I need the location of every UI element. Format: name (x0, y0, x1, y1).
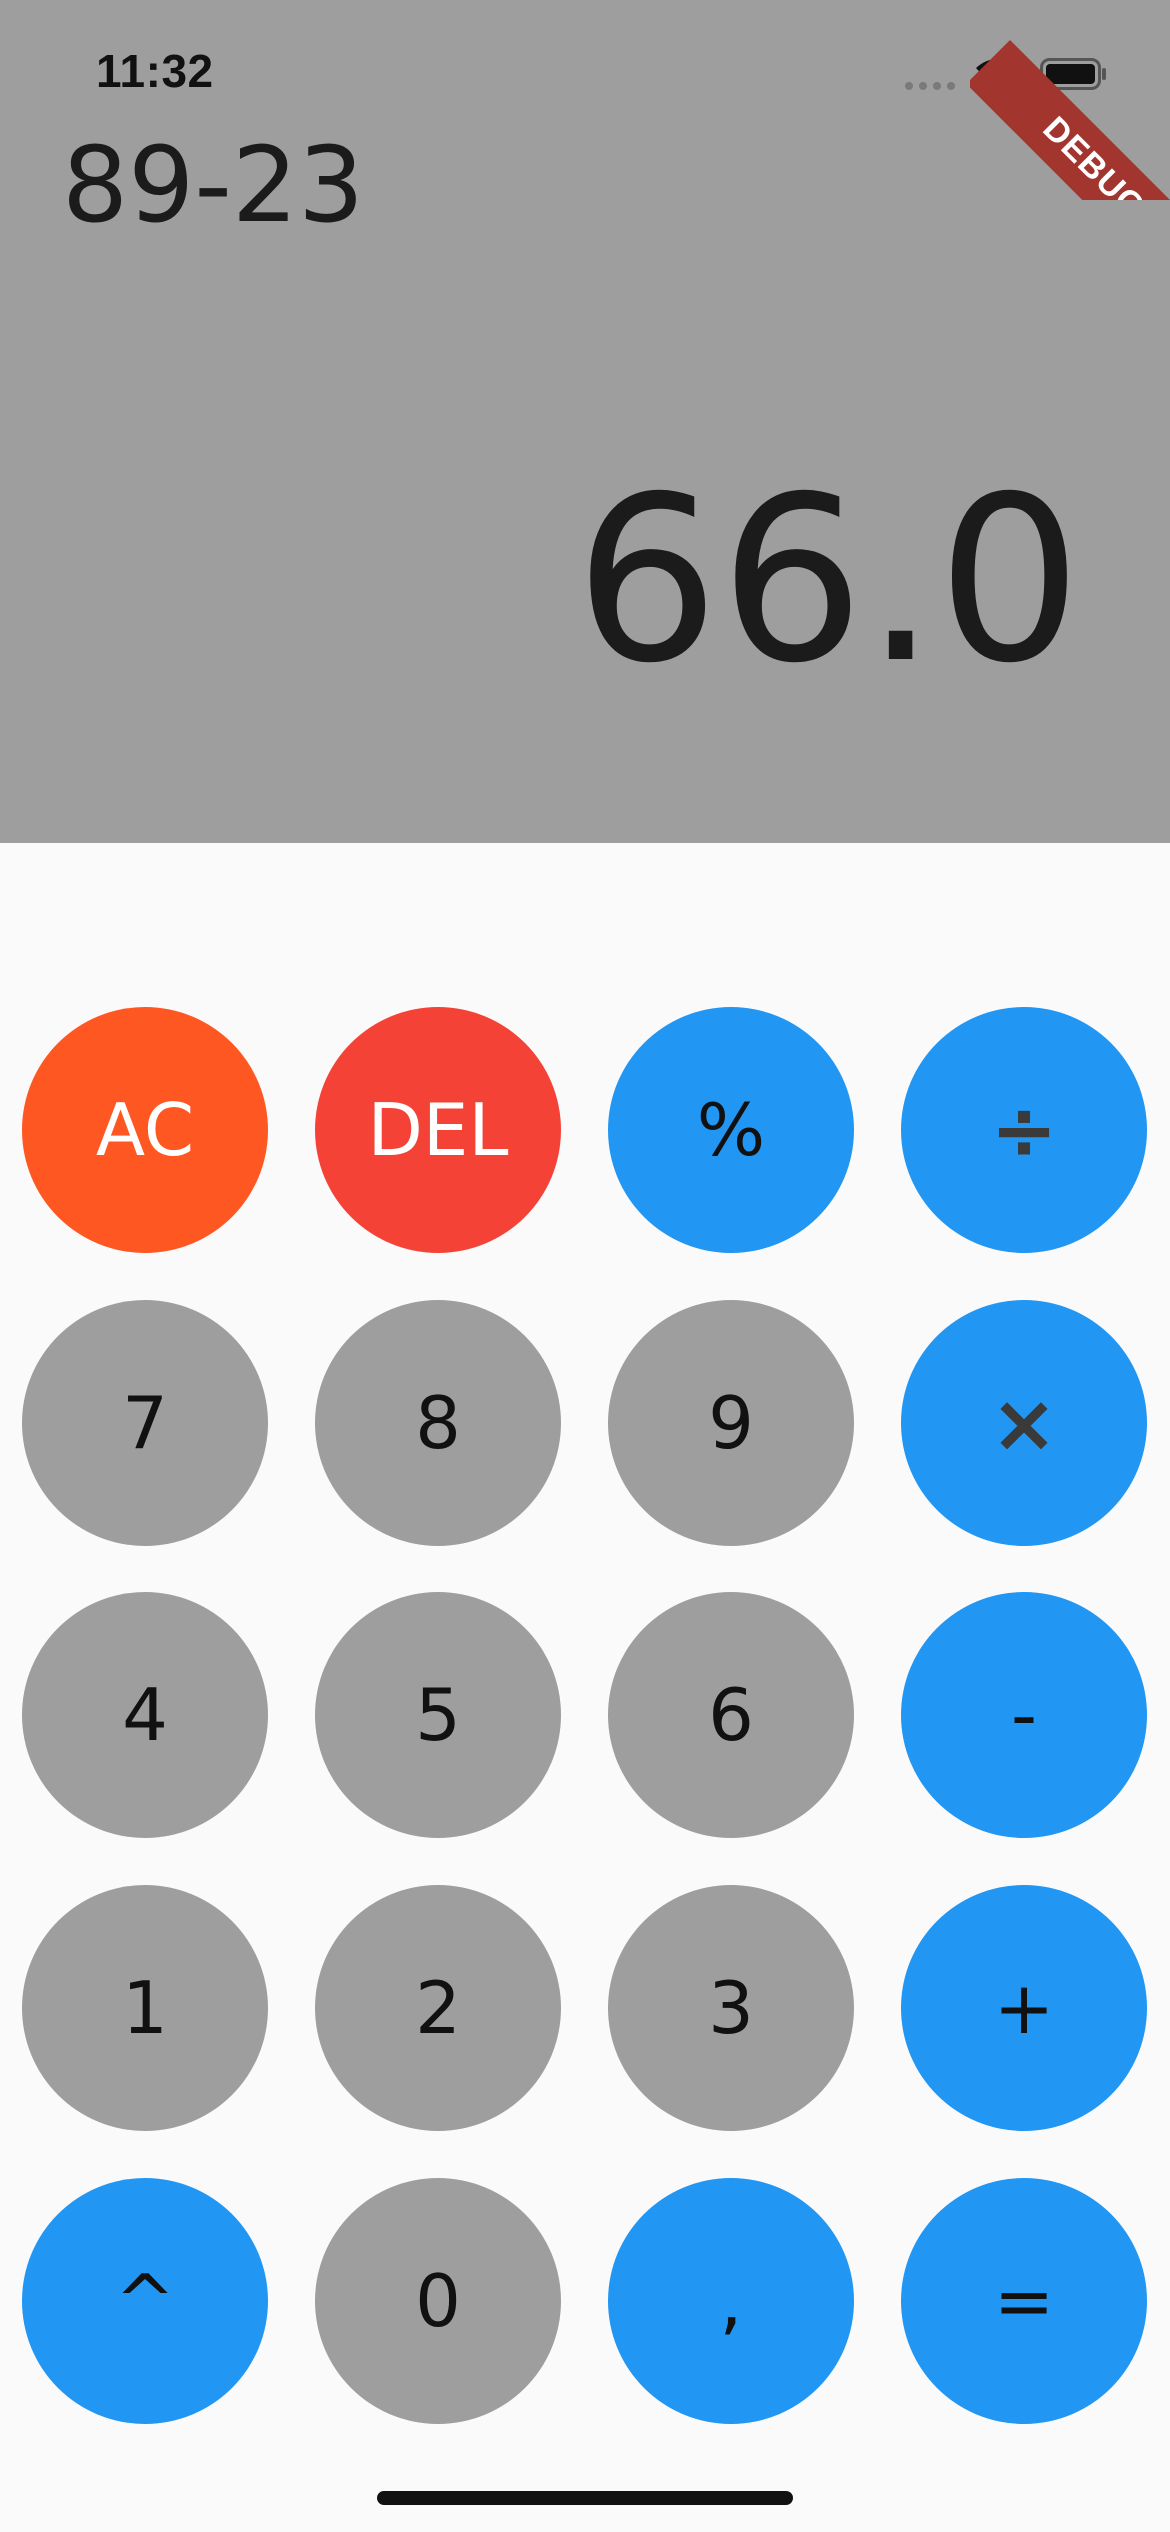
all-clear-button[interactable]: AC (22, 1007, 268, 1253)
digit-7-button[interactable]: 7 (22, 1300, 268, 1546)
digit-9-button[interactable]: 9 (608, 1300, 854, 1546)
debug-banner-label: DEBUG (970, 40, 1170, 200)
digit-4-button[interactable]: 4 (22, 1592, 268, 1838)
digit-3-button[interactable]: 3 (608, 1885, 854, 2131)
keypad: AC DEL% ÷ 7 8 9 × 4 5 6- 1 2 3 + ^ 0, = (0, 843, 1170, 2532)
digit-6-button[interactable]: 6 (608, 1592, 854, 1838)
digit-8-button[interactable]: 8 (315, 1300, 561, 1546)
subtract-button[interactable]: - (901, 1592, 1147, 1838)
status-time: 11:32 (96, 45, 214, 97)
cellular-signal-icon (905, 80, 957, 92)
calculator-screen: 11:32 DEBUG 89-23 66.0 AC DEL% ÷ 7 8 9 × 4 5 6- 1 2… (0, 0, 1170, 2532)
add-button[interactable]: + (901, 1885, 1147, 2131)
digit-5-button[interactable]: 5 (315, 1592, 561, 1838)
expression-display: 89-23 (62, 124, 365, 246)
display-panel: 11:32 DEBUG 89-23 66.0 (0, 0, 1170, 843)
result-display: 66.0 (574, 447, 1082, 713)
decimal-button[interactable]: , (608, 2178, 854, 2424)
digit-1-button[interactable]: 1 (22, 1885, 268, 2131)
percent-button[interactable]: % (608, 1007, 854, 1253)
divide-button[interactable]: ÷ (901, 1007, 1147, 1253)
digit-0-button[interactable]: 0 (315, 2178, 561, 2424)
home-indicator[interactable] (377, 2491, 793, 2505)
power-button[interactable]: ^ (22, 2178, 268, 2424)
equals-button[interactable]: = (901, 2178, 1147, 2424)
multiply-button[interactable]: × (901, 1300, 1147, 1546)
digit-2-button[interactable]: 2 (315, 1885, 561, 2131)
delete-button[interactable]: DEL (315, 1007, 561, 1253)
debug-banner: DEBUG (970, 0, 1170, 200)
